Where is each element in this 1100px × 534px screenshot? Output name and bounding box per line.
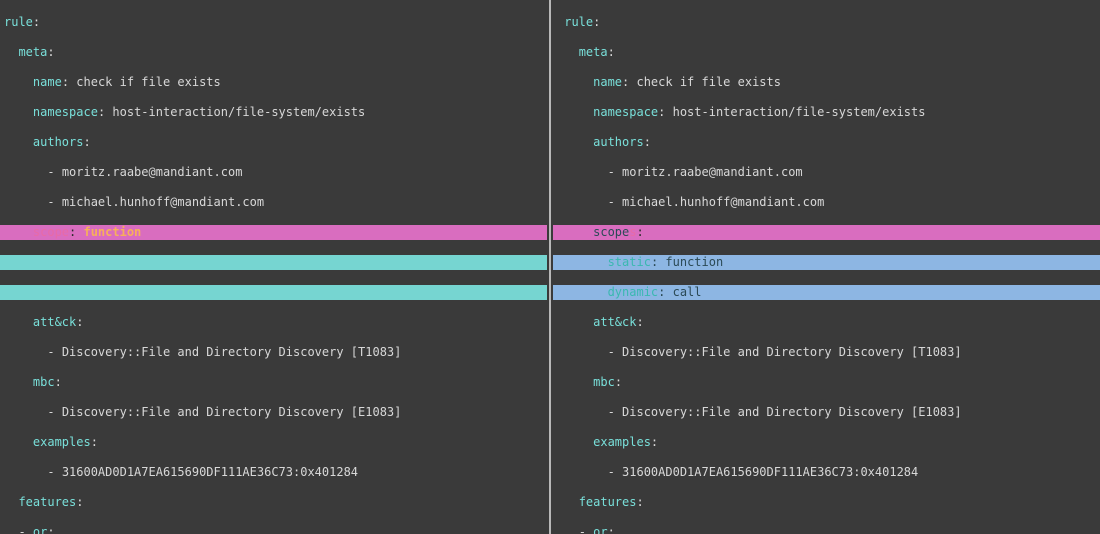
author-1: michael.hunhoff@mandiant.com — [62, 195, 264, 209]
code-line: - moritz.raabe@mandiant.com — [0, 165, 547, 180]
key-mbc: mbc — [33, 375, 55, 389]
key-scope: scope — [33, 225, 69, 239]
diff-filler-line — [0, 285, 547, 300]
code-line: - Discovery::File and Directory Discover… — [553, 345, 1100, 360]
code-line: - moritz.raabe@mandiant.com — [553, 165, 1100, 180]
key-authors: authors — [33, 135, 84, 149]
key-meta: meta — [579, 45, 608, 59]
key-examples: examples — [593, 435, 651, 449]
key-features: features — [579, 495, 637, 509]
code-line: - or: — [553, 525, 1100, 534]
author-0: moritz.raabe@mandiant.com — [622, 165, 803, 179]
code-line: meta: — [0, 45, 547, 60]
key-meta: meta — [18, 45, 47, 59]
code-line: authors: — [0, 135, 547, 150]
val-dynamic: call — [673, 285, 702, 299]
key-dynamic: dynamic — [608, 285, 659, 299]
code-line: - 31600AD0D1A7EA615690DF111AE36C73:0x401… — [0, 465, 547, 480]
val-name: check if file exists — [636, 75, 781, 89]
diff-removed-line: scope: function — [0, 225, 547, 240]
key-namespace: namespace — [33, 105, 98, 119]
left-pane: rule: meta: name: check if file exists n… — [0, 0, 547, 534]
author-0: moritz.raabe@mandiant.com — [62, 165, 243, 179]
key-or: or — [593, 525, 607, 534]
code-line: meta: — [553, 45, 1100, 60]
author-1: michael.hunhoff@mandiant.com — [622, 195, 824, 209]
key-authors: authors — [593, 135, 644, 149]
val-scope: function — [83, 225, 141, 239]
code-line: name: check if file exists — [553, 75, 1100, 90]
code-line: mbc: — [553, 375, 1100, 390]
key-or: or — [33, 525, 47, 534]
code-line: - Discovery::File and Directory Discover… — [553, 405, 1100, 420]
val-example: 31600AD0D1A7EA615690DF111AE36C73:0x40128… — [62, 465, 358, 479]
diff-container: rule: meta: name: check if file exists n… — [0, 0, 1100, 534]
key-name: name — [33, 75, 62, 89]
key-examples: examples — [33, 435, 91, 449]
code-line: authors: — [553, 135, 1100, 150]
key-static: static — [608, 255, 651, 269]
diff-added-line: dynamic: call — [553, 285, 1100, 300]
code-line: att&ck: — [0, 315, 547, 330]
diff-added-line: static: function — [553, 255, 1100, 270]
key-rule: rule — [4, 15, 33, 29]
val-mbc: Discovery::File and Directory Discovery … — [62, 405, 402, 419]
key-attack: att&ck — [33, 315, 76, 329]
code-line: - Discovery::File and Directory Discover… — [0, 345, 547, 360]
key-namespace: namespace — [593, 105, 658, 119]
diff-changed-line: scopes: — [553, 225, 1100, 240]
val-namespace: host-interaction/file-system/exists — [673, 105, 926, 119]
code-line: examples: — [0, 435, 547, 450]
code-line: name: check if file exists — [0, 75, 547, 90]
code-line: - michael.hunhoff@mandiant.com — [0, 195, 547, 210]
val-attack: Discovery::File and Directory Discovery … — [62, 345, 402, 359]
code-line: namespace: host-interaction/file-system/… — [553, 105, 1100, 120]
code-line: rule: — [553, 15, 1100, 30]
code-line: att&ck: — [553, 315, 1100, 330]
val-attack: Discovery::File and Directory Discovery … — [622, 345, 962, 359]
val-namespace: host-interaction/file-system/exists — [112, 105, 365, 119]
key-attack: att&ck — [593, 315, 636, 329]
val-static: function — [665, 255, 723, 269]
val-example: 31600AD0D1A7EA615690DF111AE36C73:0x40128… — [622, 465, 918, 479]
code-line: examples: — [553, 435, 1100, 450]
val-name: check if file exists — [76, 75, 221, 89]
key-mbc: mbc — [593, 375, 615, 389]
key-rule: rule — [564, 15, 593, 29]
val-mbc: Discovery::File and Directory Discovery … — [622, 405, 962, 419]
code-line: - 31600AD0D1A7EA615690DF111AE36C73:0x401… — [553, 465, 1100, 480]
right-pane: rule: meta: name: check if file exists n… — [553, 0, 1100, 534]
code-line: namespace: host-interaction/file-system/… — [0, 105, 547, 120]
code-line: features: — [553, 495, 1100, 510]
code-line: features: — [0, 495, 547, 510]
diff-filler-line — [0, 255, 547, 270]
key-features: features — [18, 495, 76, 509]
key-name: name — [593, 75, 622, 89]
code-line: - Discovery::File and Directory Discover… — [0, 405, 547, 420]
code-line: - michael.hunhoff@mandiant.com — [553, 195, 1100, 210]
code-line: - or: — [0, 525, 547, 534]
code-line: mbc: — [0, 375, 547, 390]
code-line: rule: — [0, 15, 547, 30]
